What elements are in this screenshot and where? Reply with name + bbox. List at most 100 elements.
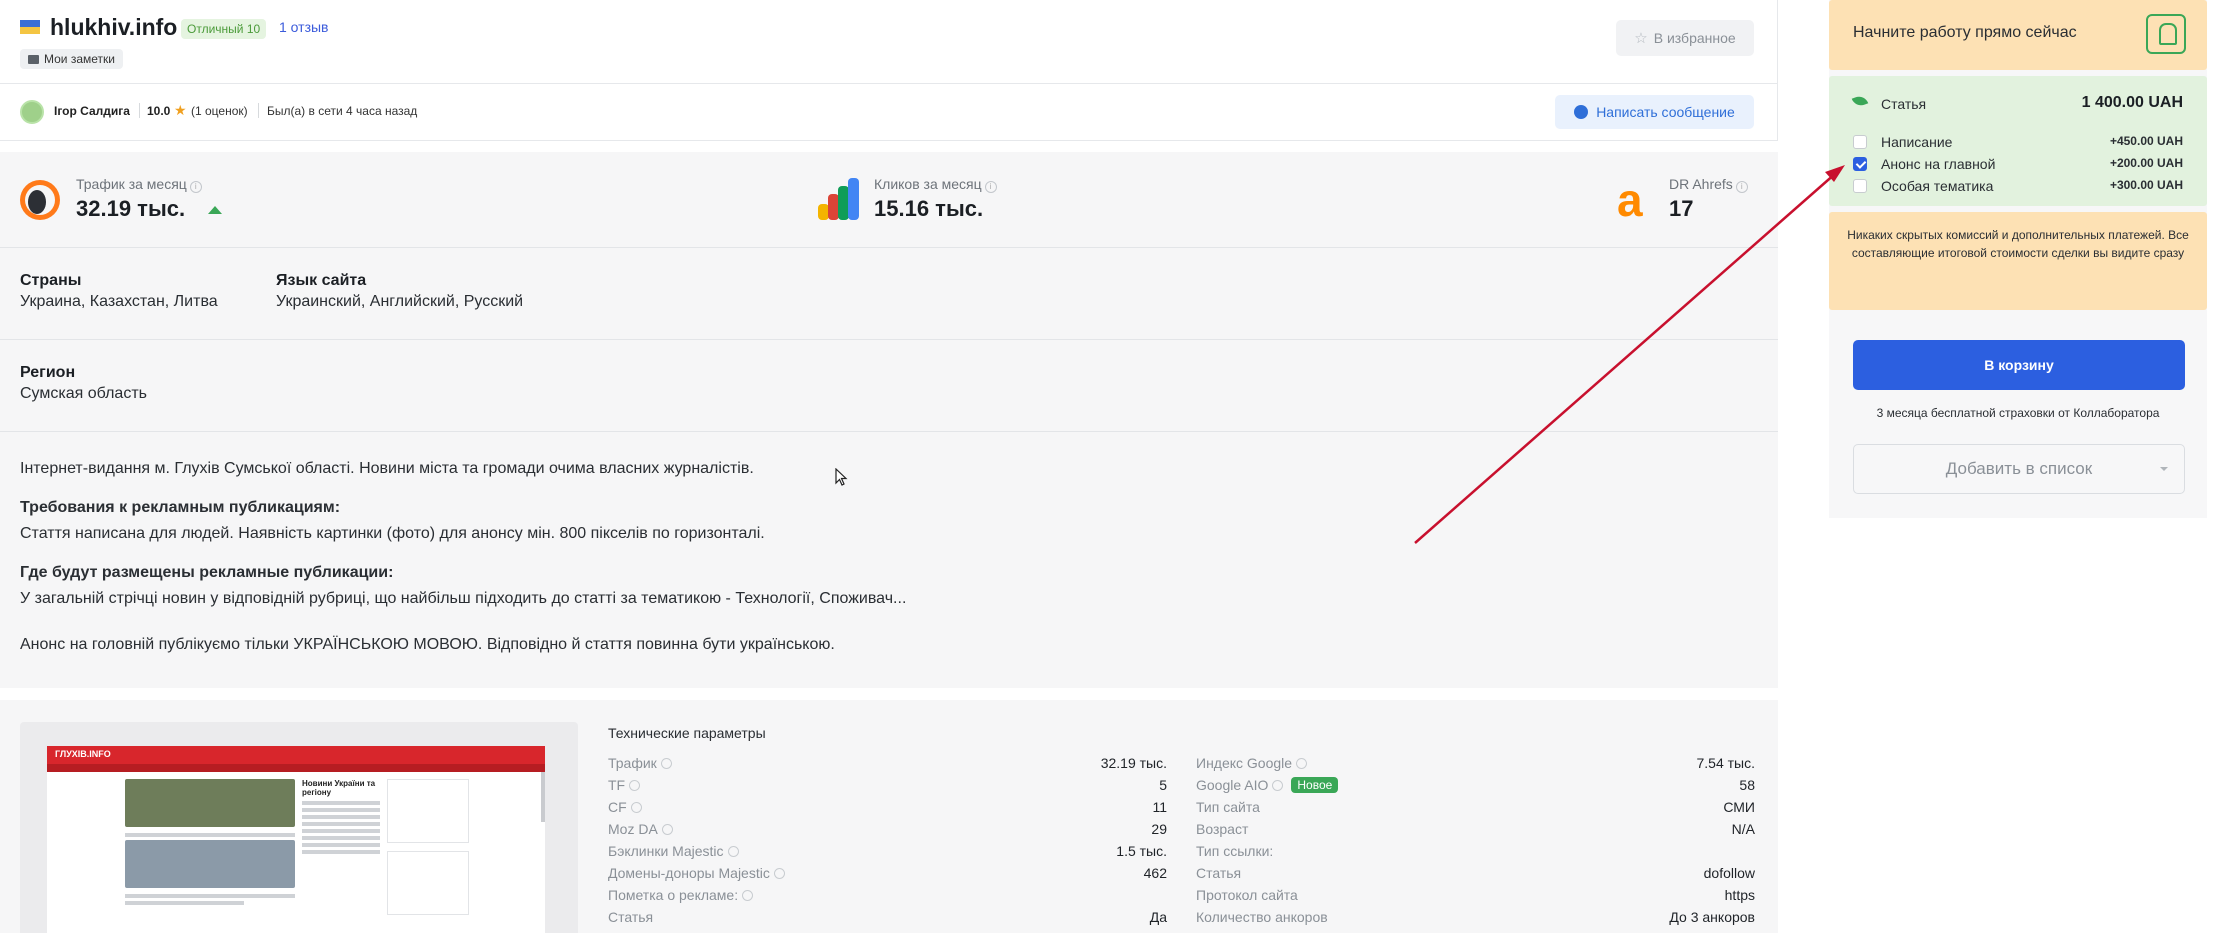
option-price: +300.00 UAH <box>2109 178 2183 192</box>
tech-params-right: Индекс Google 7.54 тыс. Google AIO Новое 58… <box>1196 755 1755 931</box>
info-icon[interactable] <box>661 823 673 835</box>
my-notes-label: Мои заметки <box>44 52 115 66</box>
tech-row: Индекс Google 7.54 тыс. <box>1196 755 1755 771</box>
chat-bubble-icon <box>1574 105 1589 119</box>
rating-badge: Отличный 10 <box>181 19 267 39</box>
info-icon[interactable] <box>629 779 641 791</box>
screenshot-scrollbar <box>541 772 545 822</box>
site-title: hlukhiv.info <box>50 14 178 40</box>
avatar <box>20 100 44 124</box>
google-search-console-icon <box>818 178 860 220</box>
metrics-row: Трафик за месяц i 32.19 тыс. Кликов за ме… <box>0 152 1778 248</box>
add-to-favorites-button[interactable]: ☆ В избранное <box>1616 20 1754 56</box>
option-label: Написание <box>1881 134 1953 150</box>
tech-row: Статья dofollow <box>1196 865 1755 881</box>
countries-title: Страны <box>20 272 82 289</box>
leaf-icon <box>1851 93 1869 109</box>
option-writing[interactable]: Написание +450.00 UAH <box>1853 133 2183 151</box>
info-icon[interactable]: i <box>1735 181 1748 193</box>
info-icon[interactable]: i <box>984 181 997 193</box>
clicks-value: 15.16 тыс. <box>874 196 984 221</box>
tech-row: Google AIO Новое 58 <box>1196 777 1755 793</box>
screenshot-news-column: Новини України та регіону <box>302 779 380 933</box>
start-text: Начните работу прямо сейчас <box>1853 24 2077 41</box>
new-badge: Новое <box>1291 777 1339 793</box>
site-screenshot: ГЛУХІВ.INFO Новини України та регіону <box>47 746 545 933</box>
option-special-topic-checkbox[interactable] <box>1853 179 1867 193</box>
tech-row: Тип сайта СМИ <box>1196 799 1755 815</box>
info-icon[interactable] <box>1272 779 1284 791</box>
info-icon[interactable] <box>660 757 672 769</box>
screenshot-news-title: Новини України та регіону <box>302 779 376 797</box>
owner-online-status: Был(а) в сети 4 часа назад <box>267 104 418 118</box>
info-icon[interactable] <box>773 867 785 879</box>
insurance-note: 3 месяца бесплатной страховки от Коллабо… <box>1876 406 2160 420</box>
site-info-block: Трафик за месяц i 32.19 тыс. Кликов за ме… <box>0 152 1778 688</box>
option-price: +450.00 UAH <box>2109 134 2183 148</box>
clicks-label: Кликов за месяц <box>874 176 982 192</box>
tech-row: Протокол сайта https <box>1196 887 1755 903</box>
screenshot-nav <box>47 764 545 772</box>
tech-row: Статья Да <box>608 909 1167 925</box>
article-price: 1 400.00 UAH <box>2081 94 2183 111</box>
traffic-metric: Трафик за месяц i 32.19 тыс. <box>20 176 280 226</box>
tech-params-title: Технические параметры <box>608 725 766 741</box>
add-to-cart-button[interactable]: В корзину <box>1853 340 2185 390</box>
info-icon[interactable] <box>630 801 642 813</box>
article-label: Статья <box>1881 96 1927 112</box>
mouse-cursor-icon <box>835 468 848 486</box>
requirements-text: Стаття написана для людей. Наявність кар… <box>20 525 765 542</box>
site-screenshot-preview[interactable]: ГЛУХІВ.INFO Новини України та регіону <box>20 722 578 933</box>
tech-row: Тип ссылки: <box>1196 843 1274 859</box>
language-fact: Язык сайта Украинский, Английский, Русск… <box>276 272 523 311</box>
star-icon: ★ <box>174 102 187 118</box>
info-icon[interactable] <box>742 889 754 901</box>
info-icon[interactable] <box>727 845 739 857</box>
tech-params-left: Трафик 32.19 тыс. TF 5 CF 11 Moz DA 29 Бэкли… <box>608 755 1167 931</box>
add-to-list-dropdown[interactable]: Добавить в список <box>1853 444 2185 494</box>
owner-bar: Ігор Салдига 10.0 ★ (1 оценок) Был(а) в … <box>0 84 1778 141</box>
option-writing-checkbox[interactable] <box>1853 135 1867 149</box>
region-value: Сумская область <box>20 385 147 402</box>
order-sidebar: Начните работу прямо сейчас Статья 1 400… <box>1829 0 2207 933</box>
rocket-icon <box>2146 14 2186 54</box>
tech-row: Количество анкоров До 3 анкоров <box>1196 909 1755 925</box>
my-notes-button[interactable]: Мои заметки <box>20 49 123 69</box>
divider <box>139 103 140 118</box>
region-title: Регион <box>20 364 76 381</box>
divider <box>258 103 259 118</box>
region-row: Регион Сумская область <box>0 340 1778 432</box>
semrush-icon <box>20 180 60 220</box>
owner-score: 10.0 <box>147 104 171 118</box>
owner-name[interactable]: Ігор Салдига <box>54 104 130 118</box>
placement-text: У загальній стрічці новин у відповідній … <box>20 590 907 607</box>
ahrefs-icon: a <box>1617 174 1643 226</box>
clicks-metric: Кликов за месяц i 15.16 тыс. <box>818 176 1078 226</box>
reviews-link[interactable]: 1 отзыв <box>279 19 329 35</box>
info-icon[interactable]: i <box>189 181 202 193</box>
language-value: Украинский, Английский, Русский <box>276 293 524 310</box>
tech-row: CF 11 <box>608 799 1167 815</box>
start-banner: Начните работу прямо сейчас <box>1829 0 2207 70</box>
option-homepage-announce[interactable]: Анонс на главной +200.00 UAH <box>1853 155 2183 173</box>
option-label: Анонс на главной <box>1881 156 1996 172</box>
comment-icon <box>28 54 39 64</box>
owner-ratings-count: (1 оценок) <box>191 104 248 118</box>
info-icon[interactable] <box>1296 757 1308 769</box>
site-header: hlukhiv.info Отличный 10 1 отзыв Мои зам… <box>0 0 1778 84</box>
requirements-title: Требования к рекламным публикациям: <box>20 499 341 516</box>
no-hidden-fees-notice: Никаких скрытых комиссий и дополнительны… <box>1829 212 2207 310</box>
order-card: Начните работу прямо сейчас Статья 1 400… <box>1829 0 2207 518</box>
option-special-topic[interactable]: Особая тематика +300.00 UAH <box>1853 177 2183 195</box>
option-homepage-announce-checkbox[interactable] <box>1853 157 1867 171</box>
star-icon: ☆ <box>1634 30 1648 47</box>
tech-row: Пометка о рекламе: <box>608 887 1167 909</box>
screenshot-site-header: ГЛУХІВ.INFO <box>47 746 545 764</box>
announce-text: Анонс на головній публікуємо тільки УКРА… <box>20 636 835 653</box>
ukraine-flag-icon <box>20 20 40 34</box>
favorites-label: В избранное <box>1653 30 1736 46</box>
dr-metric: a DR Ahrefs i 17 <box>1617 176 1767 226</box>
traffic-label: Трафик за месяц <box>76 176 187 192</box>
send-message-button[interactable]: Написать сообщение <box>1555 95 1754 129</box>
region-fact: Регион Сумская область <box>20 364 147 403</box>
